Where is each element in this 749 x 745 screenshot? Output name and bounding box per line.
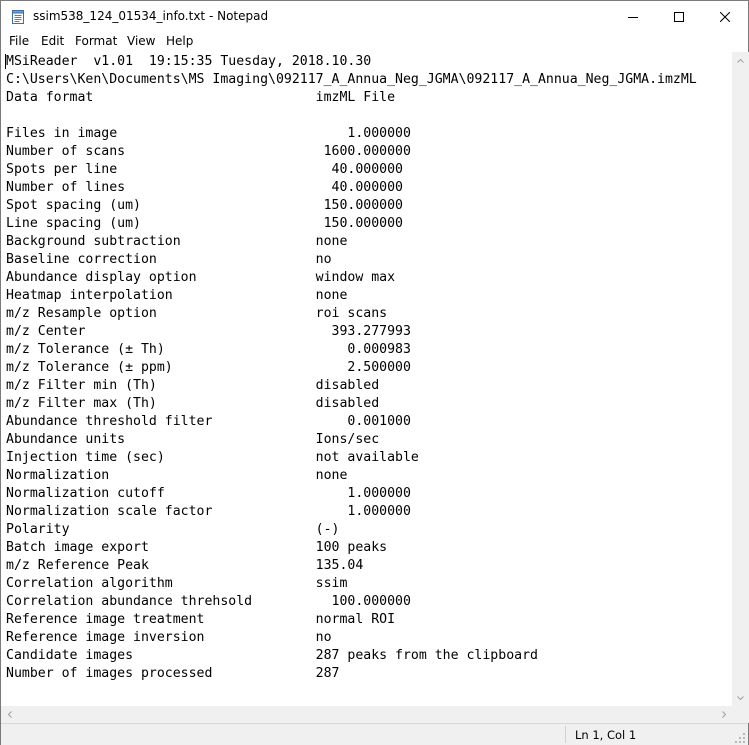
vertical-scrollbar[interactable]	[732, 52, 749, 706]
document-line[interactable]: Candidate images 287 peaks from the clip…	[6, 647, 697, 665]
menu-format[interactable]: Format	[75, 34, 117, 48]
document-line[interactable]: Abundance display option window max	[6, 269, 697, 287]
notepad-icon	[12, 10, 24, 24]
document-line[interactable]: Normalization cutoff 1.000000	[6, 485, 697, 503]
document-line[interactable]: C:\Users\Ken\Documents\MS Imaging\092117…	[6, 71, 697, 89]
document-line[interactable]: Correlation abundance threhsold 100.0000…	[6, 593, 697, 611]
window-title: ssim538_124_01534_info.txt - Notepad	[33, 9, 269, 23]
scroll-left-button[interactable]	[1, 706, 18, 723]
document-line[interactable]	[6, 107, 697, 125]
document-line[interactable]: Polarity (-)	[6, 521, 697, 539]
maximize-button[interactable]	[656, 1, 702, 32]
scroll-right-icon	[721, 711, 726, 718]
document-line[interactable]: Reference image inversion no	[6, 629, 697, 647]
status-divider	[565, 726, 566, 743]
maximize-icon	[674, 11, 684, 22]
document-line[interactable]: Spots per line 40.000000	[6, 161, 697, 179]
document-line[interactable]: Normalization scale factor 1.000000	[6, 503, 697, 521]
document-line[interactable]: Normalization none	[6, 467, 697, 485]
document-text[interactable]: MSiReader v1.01 19:15:35 Tuesday, 2018.1…	[6, 53, 697, 683]
scroll-down-button[interactable]	[732, 689, 749, 706]
document-line[interactable]: Spot spacing (um) 150.000000	[6, 197, 697, 215]
document-line[interactable]: Files in image 1.000000	[6, 125, 697, 143]
document-line[interactable]: Number of scans 1600.000000	[6, 143, 697, 161]
scroll-up-icon	[737, 58, 744, 63]
status-bar: Ln 1, Col 1	[1, 723, 748, 745]
scroll-up-button[interactable]	[732, 52, 749, 69]
menu-help[interactable]: Help	[166, 34, 193, 48]
document-line[interactable]: m/z Reference Peak 135.04	[6, 557, 697, 575]
document-line[interactable]: Batch image export 100 peaks	[6, 539, 697, 557]
notepad-window: ssim538_124_01534_info.txt - Notepad Fil…	[0, 0, 749, 745]
document-line[interactable]: Abundance threshold filter 0.001000	[6, 413, 697, 431]
document-line[interactable]: Heatmap interpolation none	[6, 287, 697, 305]
resize-grip-icon[interactable]	[734, 732, 746, 744]
minimize-button[interactable]	[610, 1, 656, 32]
document-line[interactable]: Reference image treatment normal ROI	[6, 611, 697, 629]
document-line[interactable]: Injection time (sec) not available	[6, 449, 697, 467]
text-editor[interactable]: MSiReader v1.01 19:15:35 Tuesday, 2018.1…	[1, 52, 732, 706]
minimize-icon	[628, 16, 638, 18]
horizontal-scrollbar[interactable]	[1, 706, 732, 723]
close-button[interactable]	[702, 1, 748, 32]
cursor-position: Ln 1, Col 1	[575, 728, 637, 742]
document-line[interactable]: m/z Resample option roi scans	[6, 305, 697, 323]
document-line[interactable]: Line spacing (um) 150.000000	[6, 215, 697, 233]
menu-view[interactable]: View	[127, 34, 155, 48]
close-icon	[720, 11, 730, 22]
document-line[interactable]: Abundance units Ions/sec	[6, 431, 697, 449]
document-line[interactable]: Number of images processed 287	[6, 665, 697, 683]
document-line[interactable]: m/z Filter min (Th) disabled	[6, 377, 697, 395]
document-line[interactable]: m/z Center 393.277993	[6, 323, 697, 341]
document-line[interactable]: Data format imzML File	[6, 89, 697, 107]
menu-edit[interactable]: Edit	[41, 34, 64, 48]
title-bar[interactable]: ssim538_124_01534_info.txt - Notepad	[1, 1, 748, 32]
document-line[interactable]: MSiReader v1.01 19:15:35 Tuesday, 2018.1…	[6, 53, 697, 71]
menu-file[interactable]: File	[9, 34, 29, 48]
scroll-right-button[interactable]	[715, 706, 732, 723]
document-line[interactable]: Baseline correction no	[6, 251, 697, 269]
scroll-down-icon	[737, 695, 744, 700]
scroll-left-icon	[7, 711, 12, 718]
document-line[interactable]: m/z Filter max (Th) disabled	[6, 395, 697, 413]
document-line[interactable]: Number of lines 40.000000	[6, 179, 697, 197]
document-line[interactable]: Background subtraction none	[6, 233, 697, 251]
document-line[interactable]: Correlation algorithm ssim	[6, 575, 697, 593]
document-line[interactable]: m/z Tolerance (± ppm) 2.500000	[6, 359, 697, 377]
scrollbar-corner	[732, 706, 749, 723]
menu-bar: File Edit Format View Help	[1, 32, 748, 52]
document-line[interactable]: m/z Tolerance (± Th) 0.000983	[6, 341, 697, 359]
